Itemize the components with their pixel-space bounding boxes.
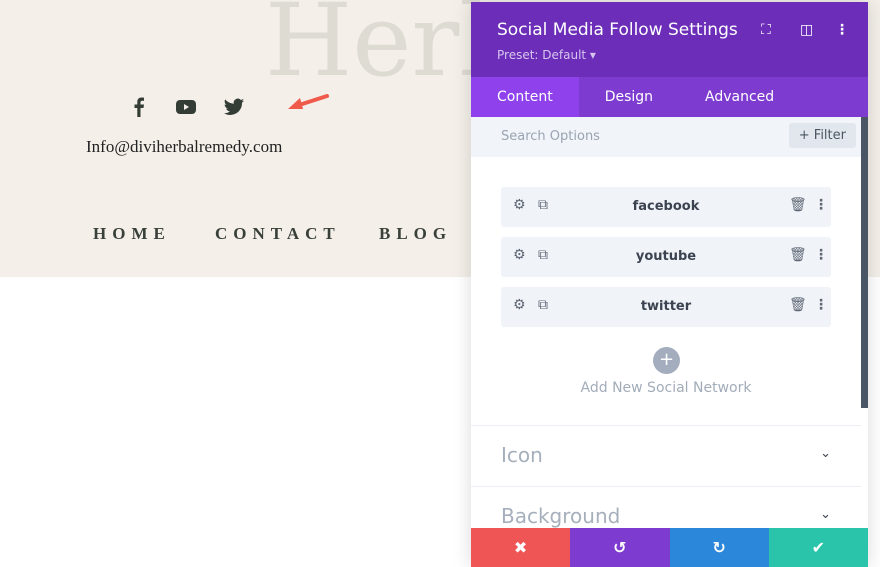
panel-header: Social Media Follow Settings Preset: Def… <box>471 2 868 77</box>
tab-advanced[interactable]: Advanced <box>679 77 800 117</box>
search-bar: Search Options + Filter <box>471 117 868 157</box>
search-input[interactable]: Search Options <box>501 129 600 144</box>
trash-icon[interactable]: 🗑 <box>789 297 807 313</box>
undo-button[interactable]: ↺ <box>570 528 670 567</box>
settings-panel: Social Media Follow Settings Preset: Def… <box>471 2 868 567</box>
save-button[interactable]: ✔ <box>768 528 868 567</box>
action-bar: ✖ ↺ ↻ ✔ <box>471 528 868 567</box>
scrollbar[interactable] <box>861 117 868 408</box>
trash-icon[interactable]: 🗑 <box>789 247 807 263</box>
red-arrow-annotation <box>288 94 329 109</box>
twitter-icon[interactable] <box>223 96 245 118</box>
panel-title: Social Media Follow Settings <box>497 20 738 40</box>
tab-design[interactable]: Design <box>579 77 679 117</box>
youtube-icon[interactable] <box>175 96 197 118</box>
network-item-facebook[interactable]: ⚙ ⧉ facebook 🗑 ⋮ <box>501 187 831 227</box>
network-label: twitter <box>640 299 692 314</box>
redo-button[interactable]: ↻ <box>669 528 769 567</box>
cancel-button[interactable]: ✖ <box>471 528 571 567</box>
more-options-icon[interactable]: ⋮ <box>835 22 849 38</box>
tabs: Content Design Advanced <box>471 77 868 117</box>
add-network-label[interactable]: Add New Social Network <box>471 380 861 396</box>
section-title: Background <box>501 504 621 528</box>
section-title: Icon <box>501 443 543 467</box>
more-icon[interactable]: ⋮ <box>814 247 828 263</box>
chevron-down-icon: ⌄ <box>820 446 831 461</box>
network-label: facebook <box>632 199 700 214</box>
nav-blog[interactable]: BLOG <box>379 224 452 244</box>
more-icon[interactable]: ⋮ <box>814 197 828 213</box>
fullscreen-icon[interactable]: ⛶ <box>761 22 771 38</box>
close-icon: ✖ <box>513 538 528 557</box>
section-icon[interactable]: Icon ⌄ <box>471 425 861 485</box>
network-label: youtube <box>635 249 697 264</box>
undo-icon: ↺ <box>613 538 627 557</box>
trash-icon[interactable]: 🗑 <box>789 197 807 213</box>
tab-content[interactable]: Content <box>471 77 579 117</box>
network-item-twitter[interactable]: ⚙ ⧉ twitter 🗑 ⋮ <box>501 287 831 327</box>
more-icon[interactable]: ⋮ <box>814 297 828 313</box>
check-icon: ✔ <box>811 538 826 557</box>
network-item-youtube[interactable]: ⚙ ⧉ youtube 🗑 ⋮ <box>501 237 831 277</box>
add-network-button[interactable]: + <box>653 347 680 374</box>
split-view-icon[interactable]: ◫ <box>800 22 813 38</box>
redo-icon: ↻ <box>712 538 726 557</box>
email-text: Info@diviherbalremedy.com <box>86 137 283 156</box>
nav-contact[interactable]: CONTACT <box>215 224 341 244</box>
preset-dropdown[interactable]: Preset: Default ▾ <box>497 48 596 62</box>
chevron-down-icon: ⌄ <box>820 507 831 522</box>
nav-home[interactable]: HOME <box>93 224 171 244</box>
filter-button[interactable]: + Filter <box>788 123 856 148</box>
facebook-icon[interactable] <box>128 96 150 118</box>
